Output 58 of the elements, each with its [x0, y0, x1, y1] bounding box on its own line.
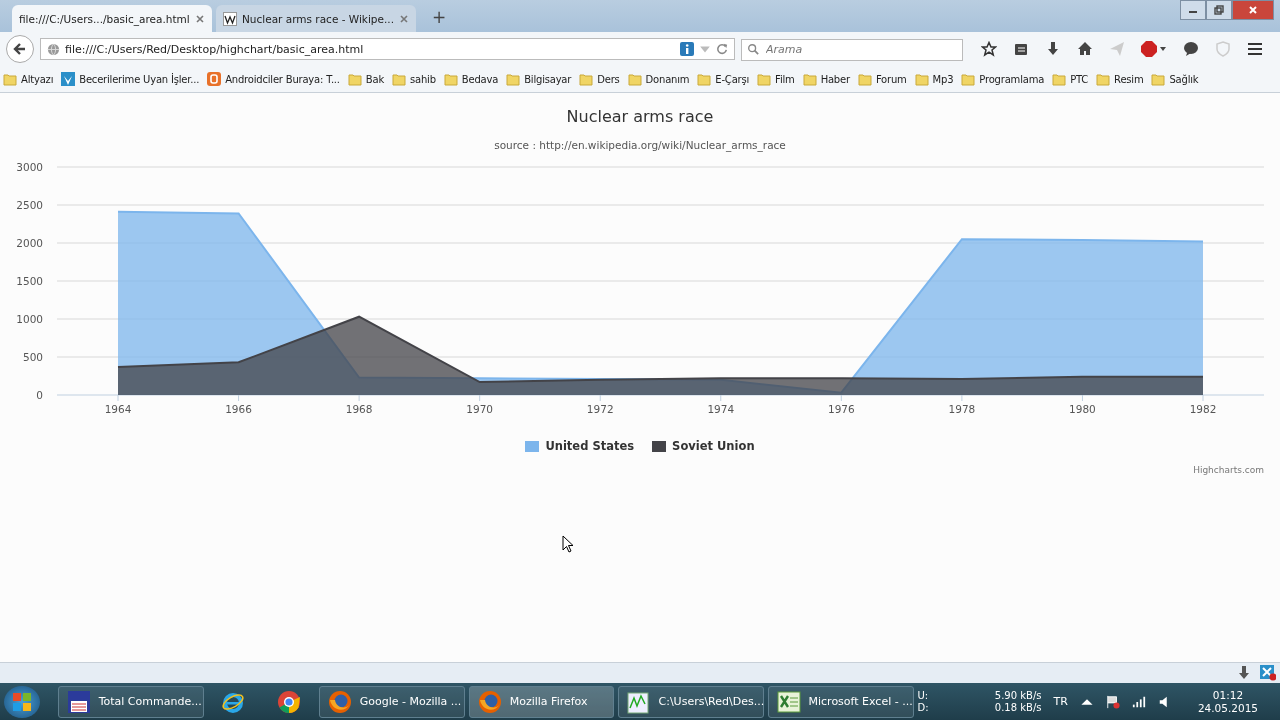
- y-axis-label: 2000: [16, 237, 43, 249]
- bookmark-item[interactable]: Resim: [1096, 72, 1144, 86]
- bookmark-item[interactable]: Bilgisayar: [506, 72, 572, 86]
- language-indicator[interactable]: TR: [1053, 695, 1068, 708]
- y-axis-label: 0: [36, 389, 43, 401]
- x-axis-label: 1972: [586, 403, 614, 415]
- bookmark-item[interactable]: Altyazı: [3, 72, 54, 86]
- bookmark-item[interactable]: Sağlık: [1151, 72, 1199, 86]
- chart-title: Nuclear arms race: [566, 107, 714, 126]
- x-axis-label: 1970: [466, 403, 494, 415]
- y-axis-label: 3000: [16, 161, 43, 173]
- x-axis-label: 1966: [225, 403, 252, 415]
- x-axis-label: 1968: [345, 403, 373, 415]
- download-speed: 0.18 kB/s: [993, 701, 1042, 714]
- taskbar-button[interactable]: C:\Users\Red\Des...: [617, 685, 764, 718]
- taskbar-button[interactable]: Mozilla Firefox: [468, 685, 614, 718]
- y-axis-label: 1000: [16, 313, 43, 325]
- clock[interactable]: 01:12 24.05.2015: [1197, 688, 1258, 715]
- bookmark-item[interactable]: Programlama: [961, 72, 1045, 86]
- browser-tab[interactable]: file:///C:/Users.../basic_area.html: [12, 5, 212, 32]
- upload-label: U:: [917, 689, 930, 702]
- bookmark-item[interactable]: Film: [757, 72, 795, 86]
- bookmark-item[interactable]: sahib: [392, 72, 436, 86]
- credit-link[interactable]: Highcharts.com: [1193, 465, 1264, 475]
- bookmark-item[interactable]: Bak: [347, 72, 384, 86]
- browser-tab[interactable]: Nuclear arms race - Wikipe...: [216, 5, 416, 32]
- x-axis-label: 1982: [1189, 403, 1217, 415]
- bookmark-item[interactable]: Haber: [802, 72, 850, 86]
- bookmark-item[interactable]: Ders: [579, 72, 620, 86]
- bookmark-item[interactable]: E-Çarşı: [697, 72, 750, 86]
- bookmark-item[interactable]: Forum: [857, 72, 907, 86]
- bookmark-item[interactable]: Androidciler Buraya: T...: [207, 72, 340, 86]
- new-tab-button[interactable]: +: [420, 7, 455, 32]
- search-field[interactable]: Arama: [741, 38, 963, 61]
- taskbar-button[interactable]: Microsoft Excel - ...: [767, 685, 914, 718]
- y-axis-label: 1500: [16, 275, 43, 287]
- bookmark-item[interactable]: Bedava: [443, 72, 499, 86]
- legend-item[interactable]: Soviet Union: [652, 439, 755, 453]
- upload-speed: 5.90 kB/s: [993, 689, 1042, 702]
- address-bar[interactable]: file:///C:/Users/Red/Desktop/highchart/basic_area.html: [40, 38, 735, 60]
- bookmark-item[interactable]: PTC: [1052, 72, 1089, 86]
- taskbar-button[interactable]: Total Commande...: [57, 685, 204, 718]
- y-axis-label: 2500: [16, 199, 43, 211]
- bookmark-item[interactable]: Becerilerime Uyan İşler...: [61, 72, 200, 86]
- tab-title: file:///C:/Users.../basic_area.html: [19, 12, 190, 25]
- legend-item[interactable]: United States: [525, 439, 635, 453]
- download-label: D:: [917, 701, 930, 714]
- x-axis-label: 1978: [948, 403, 976, 415]
- y-axis-label: 500: [22, 351, 43, 363]
- x-axis-label: 1976: [827, 403, 855, 415]
- bookmark-item[interactable]: Donanım: [627, 72, 690, 86]
- x-axis-label: 1974: [707, 403, 735, 415]
- x-axis-label: 1980: [1069, 403, 1096, 415]
- x-axis-label: 1964: [104, 403, 132, 415]
- bookmark-item[interactable]: Mp3: [914, 72, 954, 86]
- taskbar-button[interactable]: Google - Mozilla ...: [318, 685, 465, 718]
- chart-subtitle: source : http://en.wikipedia.org/wiki/Nuclear_arms_race: [494, 139, 786, 151]
- tab-title: Nuclear arms race - Wikipe...: [242, 12, 394, 25]
